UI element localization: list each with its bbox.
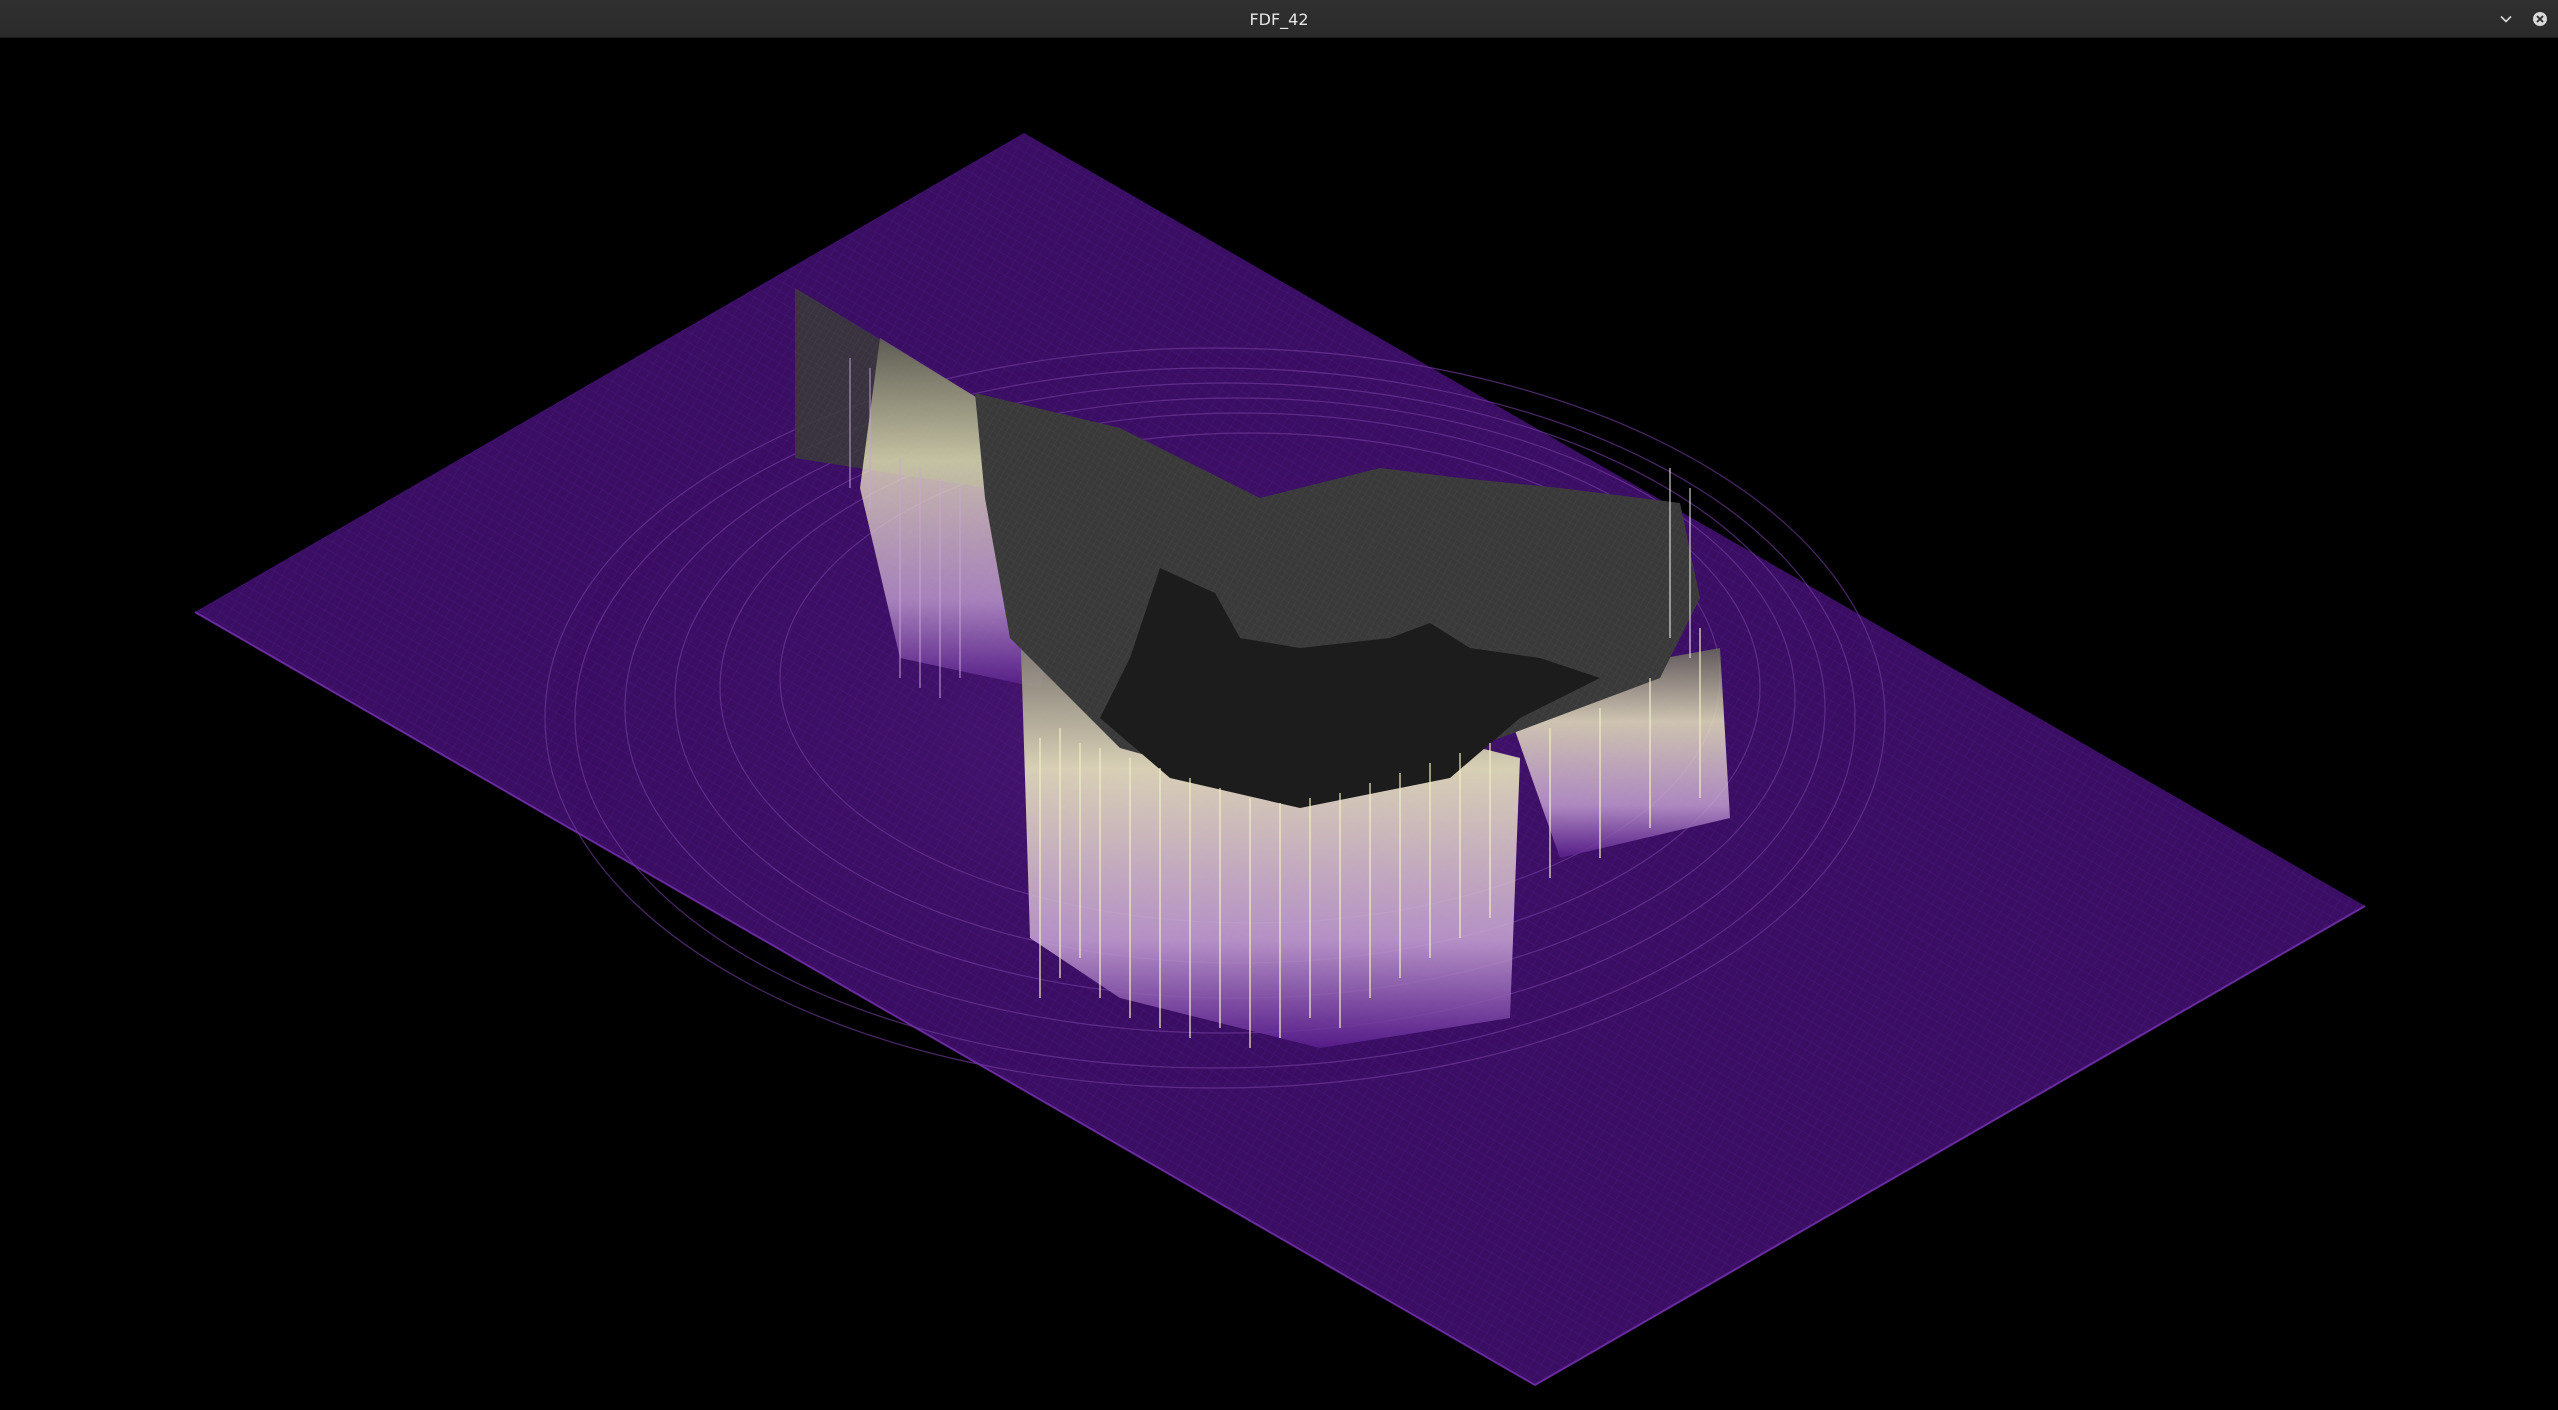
window-title: FDF_42	[1249, 10, 1309, 29]
close-icon[interactable]	[2530, 9, 2550, 29]
title-bar[interactable]: FDF_42	[0, 0, 2558, 38]
chevron-down-icon[interactable]	[2496, 9, 2516, 29]
wireframe-canvas[interactable]	[0, 38, 2558, 1410]
fdf-window: FDF_42	[0, 0, 2558, 1410]
fdf-render	[194, 133, 2366, 1387]
